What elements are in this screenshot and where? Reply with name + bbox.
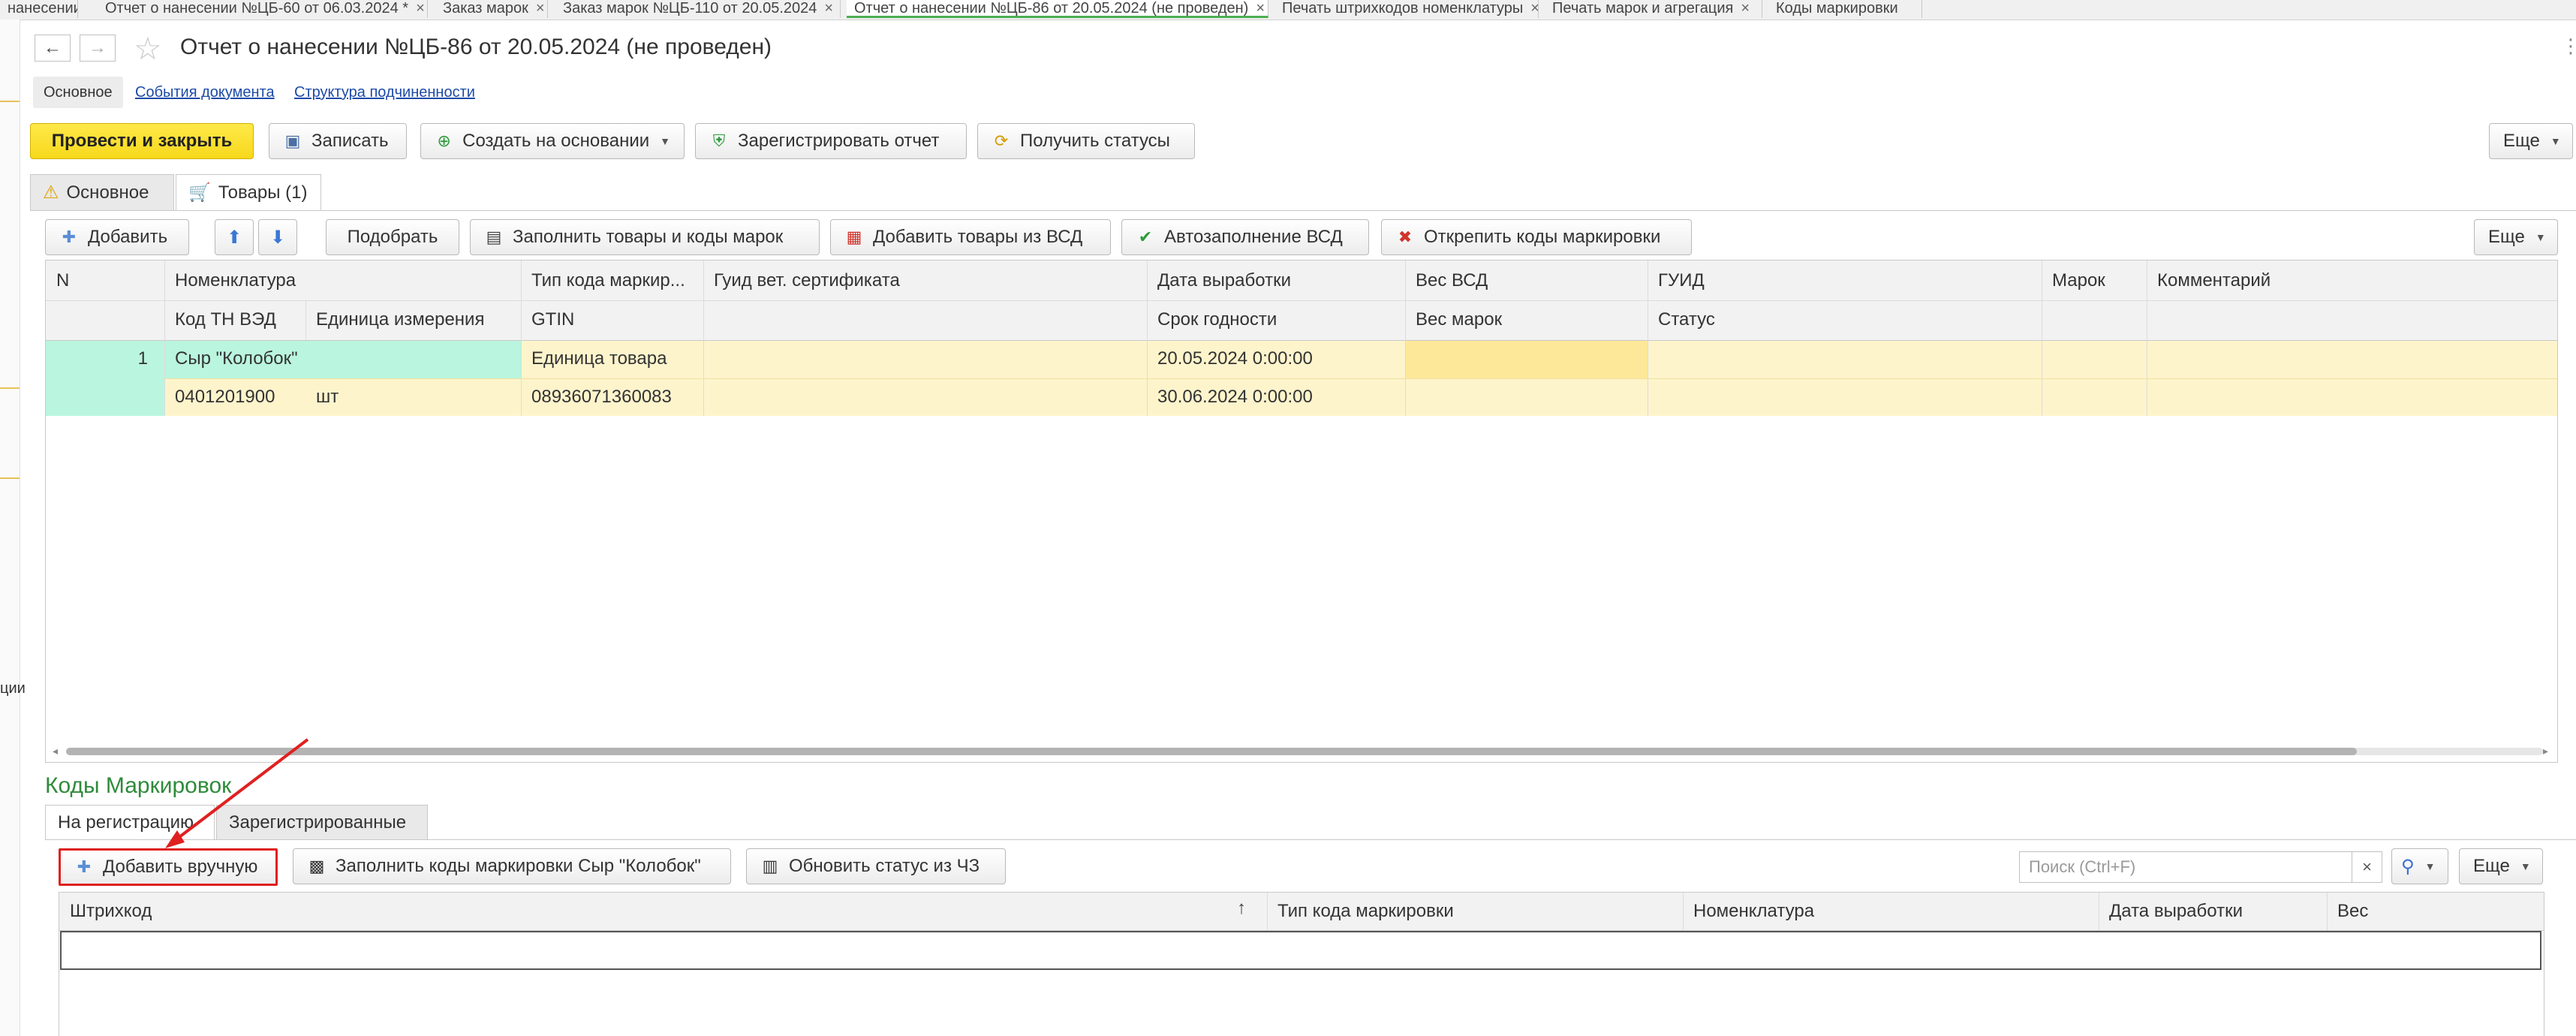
annotation-arrow [165,738,309,848]
